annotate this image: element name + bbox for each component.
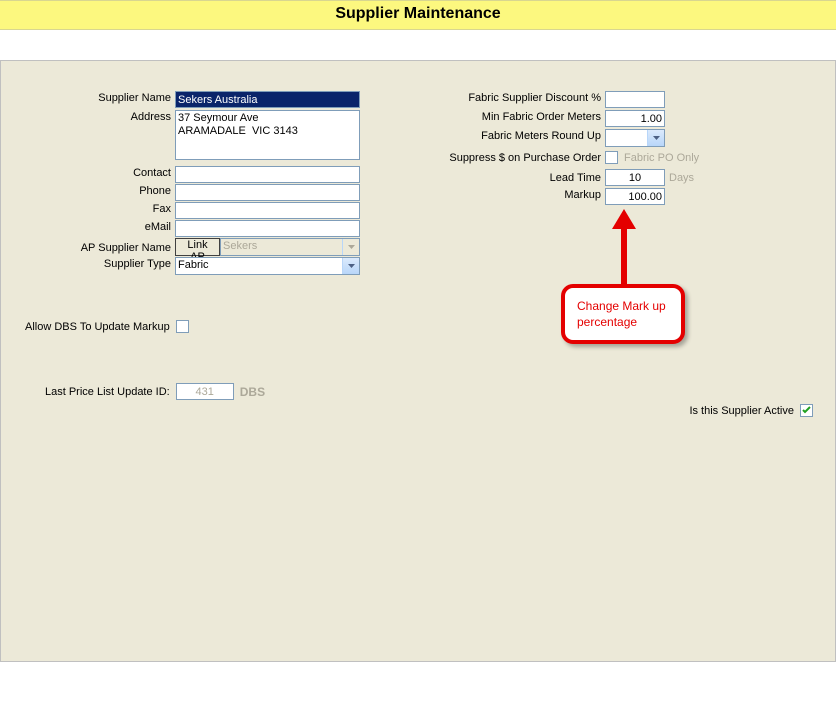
annotation-arrow-icon (609, 209, 639, 287)
last-price-input (176, 383, 234, 400)
markup-label: Markup (441, 188, 601, 201)
days-label: Days (669, 171, 694, 184)
form-area: Supplier Name Address Contact Phone Fax (0, 60, 836, 662)
contact-input[interactable] (175, 166, 360, 183)
allow-dbs-checkbox[interactable] (176, 320, 189, 333)
fabric-meters-round-combo[interactable] (605, 129, 665, 147)
is-active-label: Is this Supplier Active (689, 404, 794, 417)
email-input[interactable] (175, 220, 360, 237)
ap-supplier-value: Sekers (221, 239, 342, 255)
ap-supplier-combo[interactable]: Sekers (220, 238, 360, 256)
fabric-supplier-discount-input[interactable] (605, 91, 665, 108)
supplier-type-label: Supplier Type (1, 257, 171, 270)
is-active-checkbox[interactable] (800, 404, 813, 417)
address-label: Address (1, 110, 171, 123)
page-title: Supplier Maintenance (0, 0, 836, 30)
fabric-meters-round-value (606, 130, 647, 146)
dbs-label: DBS (240, 384, 265, 399)
min-fabric-order-input[interactable] (605, 110, 665, 127)
supplier-name-input[interactable] (175, 91, 360, 108)
fax-input[interactable] (175, 202, 360, 219)
supplier-type-combo[interactable]: Fabric (175, 257, 360, 275)
supplier-type-value: Fabric (176, 258, 342, 274)
chevron-down-icon[interactable] (647, 130, 664, 146)
title-text: Supplier Maintenance (335, 5, 500, 22)
phone-label: Phone (1, 184, 171, 197)
suppress-label: Suppress $ on Purchase Order (441, 151, 601, 164)
annotation-text: Change Mark up percentage (577, 299, 666, 329)
address-input[interactable] (175, 110, 360, 160)
ap-supplier-name-label: AP Supplier Name (1, 241, 171, 254)
fabric-supplier-discount-label: Fabric Supplier Discount % (441, 91, 601, 104)
fabric-po-only-label: Fabric PO Only (624, 151, 699, 164)
lead-time-label: Lead Time (441, 171, 601, 184)
lead-time-input[interactable] (605, 169, 665, 186)
chevron-down-icon[interactable] (342, 239, 359, 255)
contact-label: Contact (1, 166, 171, 179)
annotation-callout: Change Mark up percentage (561, 284, 685, 344)
markup-input[interactable] (605, 188, 665, 205)
fabric-meters-round-label: Fabric Meters Round Up (441, 129, 601, 142)
allow-dbs-label: Allow DBS To Update Markup (25, 320, 170, 333)
phone-input[interactable] (175, 184, 360, 201)
chevron-down-icon[interactable] (342, 258, 359, 274)
min-fabric-order-label: Min Fabric Order Meters (441, 110, 601, 123)
supplier-name-label: Supplier Name (1, 91, 171, 104)
email-label: eMail (1, 220, 171, 233)
suppress-checkbox[interactable] (605, 151, 618, 164)
link-ap-button[interactable]: Link AP (175, 238, 220, 256)
fax-label: Fax (1, 202, 171, 215)
last-price-label: Last Price List Update ID: (45, 385, 170, 398)
